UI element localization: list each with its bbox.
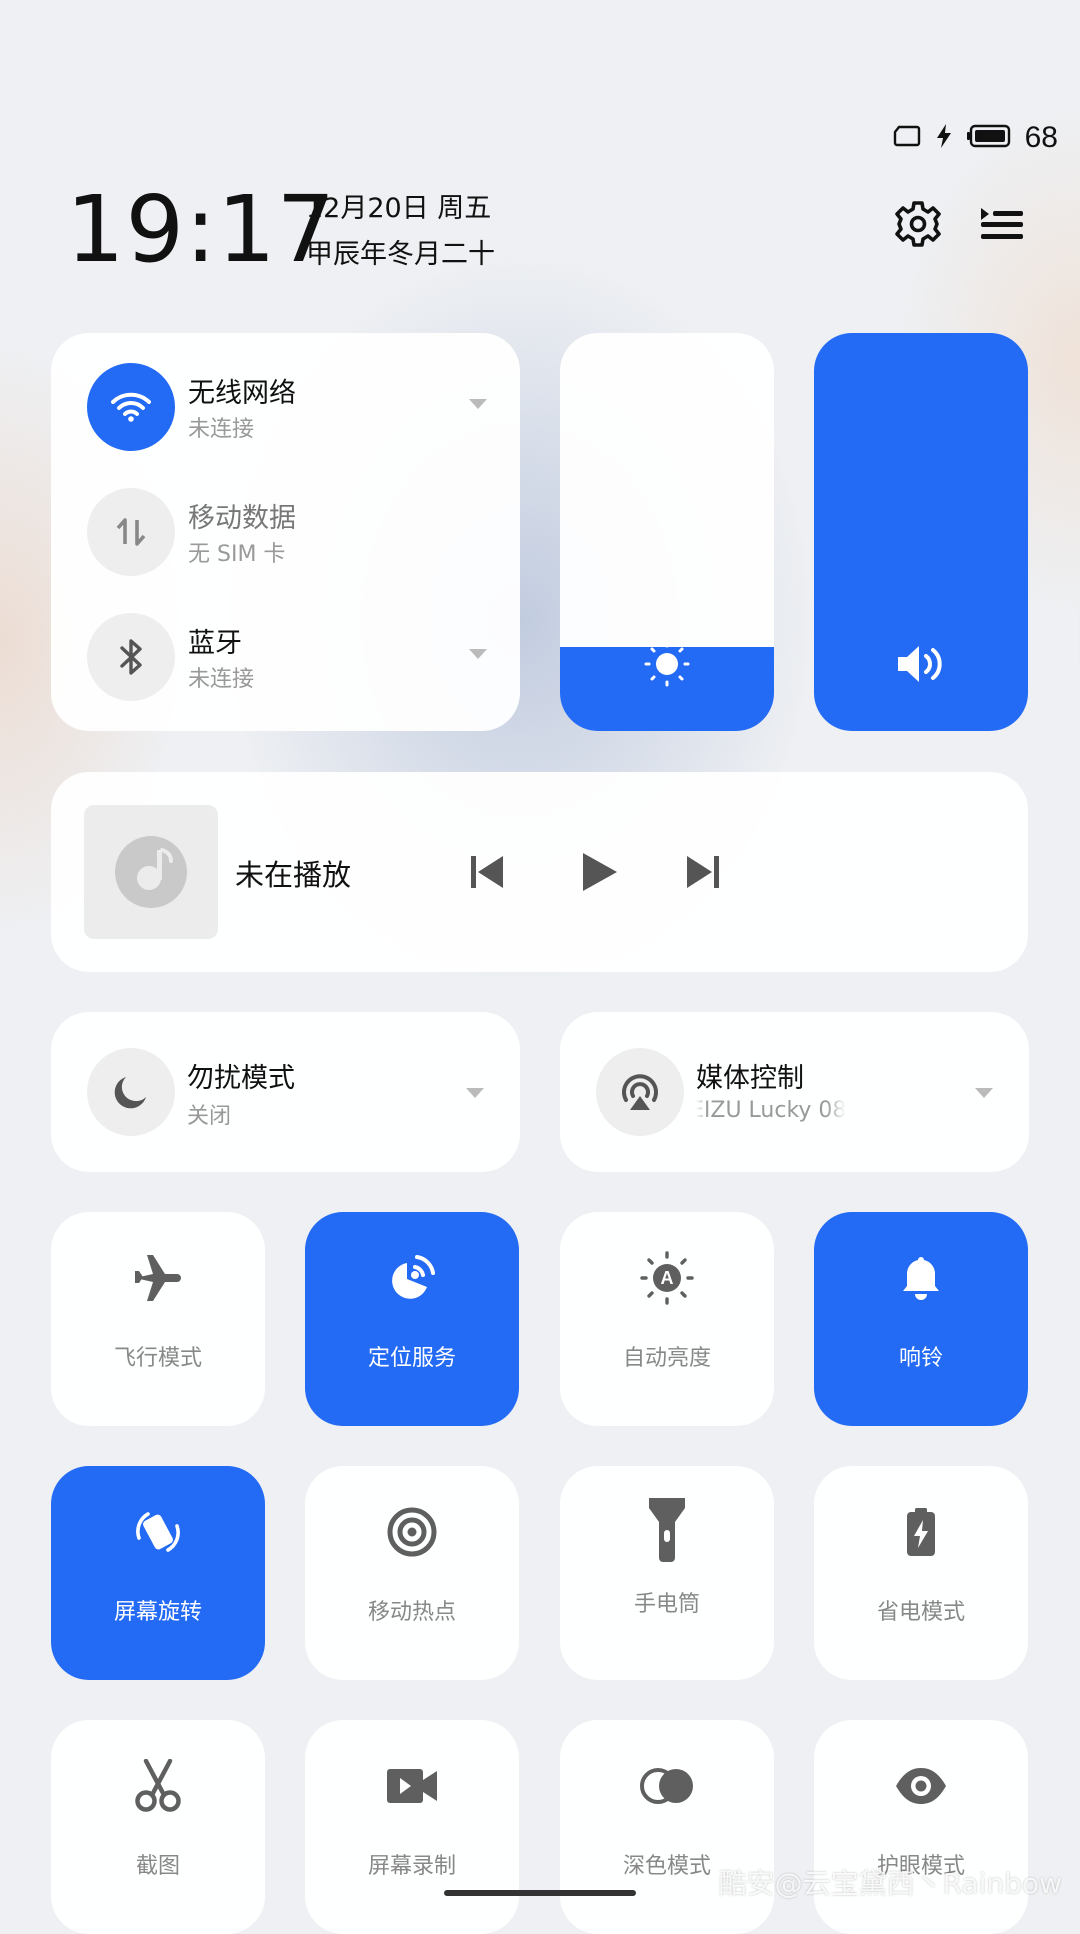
bluetooth-expand-icon[interactable] <box>469 649 487 659</box>
location-icon <box>380 1246 444 1310</box>
tile-flashlight[interactable]: 手电筒 <box>560 1466 774 1680</box>
tile-label: 飞行模式 <box>113 1346 202 1371</box>
battery-level: 68 <box>1024 121 1058 154</box>
brightness-slider[interactable] <box>560 333 774 731</box>
media-control-title: 媒体控制 <box>696 1063 804 1094</box>
tile-label: 移动热点 <box>367 1600 456 1625</box>
tile-airplane-mode[interactable]: 飞行模式 <box>51 1212 265 1426</box>
tile-label: 响铃 <box>898 1346 943 1371</box>
dnd-status: 关闭 <box>187 1104 232 1129</box>
tile-label: 省电模式 <box>876 1600 965 1625</box>
battery-saver-icon <box>889 1500 953 1564</box>
rotate-icon <box>126 1500 190 1564</box>
status-bar: 68 <box>893 120 1058 156</box>
mobile-data-status: 无 SIM 卡 <box>188 542 286 567</box>
tile-label: 截图 <box>135 1854 180 1879</box>
tile-screen-rotation[interactable]: 屏幕旋转 <box>51 1466 265 1680</box>
airplane-icon <box>126 1246 190 1310</box>
tile-label: 自动亮度 <box>622 1346 711 1371</box>
wifi-status: 未连接 <box>188 417 255 442</box>
wifi-expand-icon[interactable] <box>469 399 487 409</box>
volume-slider[interactable] <box>814 333 1028 731</box>
tile-screen-record[interactable]: 屏幕录制 <box>305 1720 519 1934</box>
clock: 19:17 <box>66 176 337 283</box>
tile-hotspot[interactable]: 移动热点 <box>305 1466 519 1680</box>
header: 19:17 12月20日 周五 甲辰年冬月二十 <box>66 180 1026 280</box>
tile-label: 手电筒 <box>633 1592 700 1617</box>
bluetooth-title: 蓝牙 <box>188 628 242 659</box>
previous-track-icon[interactable] <box>457 842 517 902</box>
media-title: 未在播放 <box>235 858 352 892</box>
eye-icon <box>889 1754 953 1818</box>
tile-auto-brightness[interactable]: A 自动亮度 <box>560 1212 774 1426</box>
volume-icon <box>894 637 948 691</box>
dark-mode-icon <box>635 1754 699 1818</box>
tile-ringer[interactable]: 响铃 <box>814 1212 1028 1426</box>
date: 12月20日 周五 <box>306 193 492 224</box>
music-note-icon <box>115 836 187 908</box>
cast-icon[interactable] <box>596 1048 684 1136</box>
scissors-icon <box>126 1754 190 1818</box>
connectivity-card: 无线网络 未连接 移动数据 无 SIM 卡 蓝牙 未连接 <box>51 333 520 731</box>
screen-record-icon <box>380 1754 444 1818</box>
bell-icon <box>889 1246 953 1310</box>
tile-location[interactable]: 定位服务 <box>305 1212 519 1426</box>
mobile-data-toggle[interactable]: 移动数据 无 SIM 卡 <box>87 488 487 578</box>
album-art <box>84 805 218 939</box>
wifi-title: 无线网络 <box>188 378 296 409</box>
bluetooth-toggle[interactable]: 蓝牙 未连接 <box>87 613 487 703</box>
play-icon[interactable] <box>569 842 629 902</box>
date-block: 12月20日 周五 甲辰年冬月二十 <box>306 186 495 278</box>
tile-battery-saver[interactable]: 省电模式 <box>814 1466 1028 1680</box>
home-indicator[interactable] <box>444 1890 636 1896</box>
lunar-date: 甲辰年冬月二十 <box>306 239 495 270</box>
battery-icon <box>966 124 1011 152</box>
mobile-data-title: 移动数据 <box>188 503 296 534</box>
tile-screenshot[interactable]: 截图 <box>51 1720 265 1934</box>
media-control-device-text: EIZU Lucky 08 <box>696 1098 846 1123</box>
watermark: 酷安@云宝黛西丶Rainbow <box>718 1867 1062 1900</box>
edit-menu-icon[interactable] <box>978 200 1026 248</box>
charging-icon <box>935 123 953 153</box>
next-track-icon[interactable] <box>673 842 733 902</box>
brightness-icon <box>640 637 694 691</box>
dnd-title: 勿扰模式 <box>187 1063 295 1094</box>
tile-label: 屏幕旋转 <box>113 1600 202 1625</box>
dnd-expand-icon[interactable] <box>466 1088 484 1098</box>
wifi-icon[interactable] <box>87 363 175 451</box>
media-player-card: 未在播放 <box>51 772 1028 972</box>
settings-icon[interactable] <box>894 200 942 248</box>
media-control-expand-icon[interactable] <box>975 1088 993 1098</box>
tile-label: 定位服务 <box>367 1346 456 1371</box>
mobile-data-icon[interactable] <box>87 488 175 576</box>
flashlight-icon <box>635 1494 699 1564</box>
tile-label: 屏幕录制 <box>367 1854 456 1879</box>
bluetooth-status: 未连接 <box>188 667 255 692</box>
wifi-toggle[interactable]: 无线网络 未连接 <box>87 363 487 453</box>
hotspot-icon <box>380 1500 444 1564</box>
svg-text:A: A <box>661 1268 674 1288</box>
bluetooth-icon[interactable] <box>87 613 175 701</box>
media-control-device: EIZU Lucky 08 <box>696 1098 846 1123</box>
dnd-card[interactable]: 勿扰模式 关闭 <box>51 1012 520 1172</box>
media-control-card[interactable]: 媒体控制 EIZU Lucky 08 <box>560 1012 1029 1172</box>
moon-icon[interactable] <box>87 1048 175 1136</box>
header-actions <box>894 200 1026 248</box>
sim-icon <box>893 125 921 151</box>
auto-brightness-icon: A <box>635 1246 699 1310</box>
